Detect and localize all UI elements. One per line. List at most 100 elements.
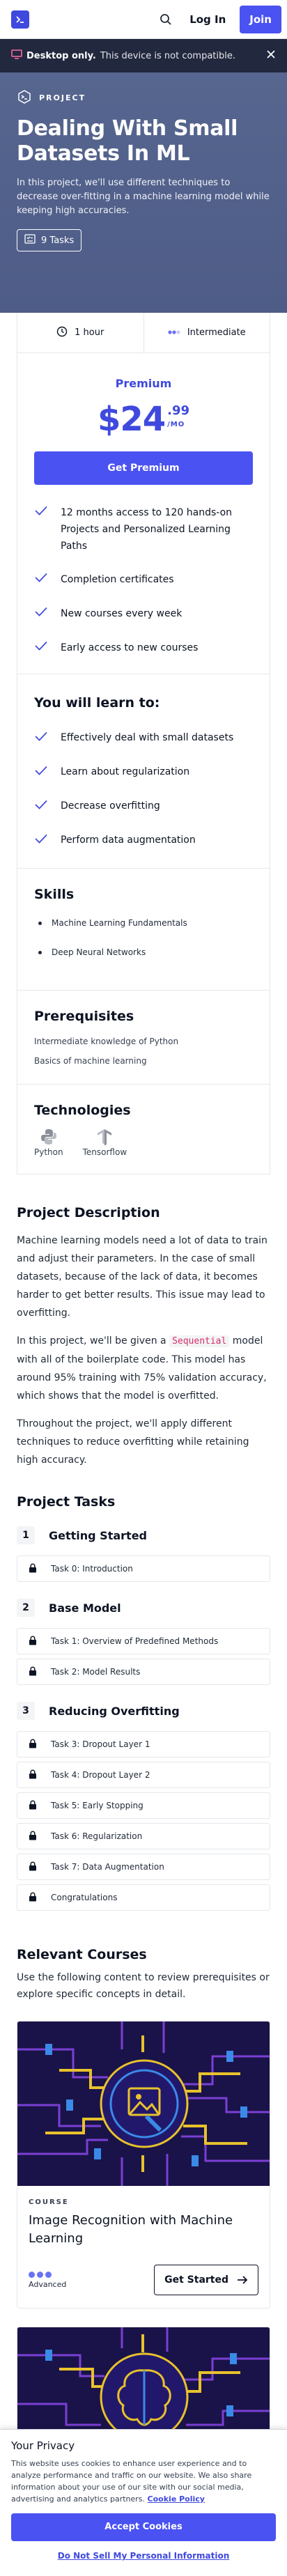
project-hero: PROJECT Dealing With Small Datasets In M… xyxy=(0,72,287,313)
terminal-logo-icon[interactable] xyxy=(11,10,29,29)
course-card[interactable]: COURSE Image Recognition with Machine Le… xyxy=(17,2021,270,2309)
skill-item[interactable]: Deep Neural Networks xyxy=(34,942,253,962)
learn-section: You will learn to: Effectively deal with… xyxy=(17,674,270,868)
description-paragraph: Machine learning models need a lot of da… xyxy=(17,1235,267,1319)
check-icon xyxy=(34,606,49,623)
accept-cookies-button[interactable]: Accept Cookies xyxy=(11,2513,276,2541)
task-row[interactable]: Task 0: Introduction xyxy=(17,1555,270,1582)
technology-python: Python xyxy=(34,1126,63,1157)
difficulty-level: Intermediate xyxy=(143,313,270,352)
project-summary: In this project, we'll use different tec… xyxy=(17,178,270,216)
check-icon xyxy=(34,572,49,589)
task-group-number: 1 xyxy=(17,1526,35,1544)
task-group: 1 Getting Started Task 0: Introduction xyxy=(17,1525,270,1582)
search-icon[interactable] xyxy=(155,8,177,31)
task-group-title: Base Model xyxy=(49,1601,121,1615)
check-icon xyxy=(34,731,49,745)
task-group-title: Getting Started xyxy=(49,1528,147,1542)
description-heading: Project Description xyxy=(17,1205,160,1220)
task-row[interactable]: Task 7: Data Augmentation xyxy=(17,1854,270,1880)
task-group: 2 Base Model Task 1: Overview of Predefi… xyxy=(17,1597,270,1685)
price: $24 .99 /MO xyxy=(17,400,270,439)
lock-icon xyxy=(29,1769,37,1781)
technologies-heading: Technologies xyxy=(34,1103,131,1118)
task-row[interactable]: Task 5: Early Stopping xyxy=(17,1792,270,1819)
code-snippet: Sequential xyxy=(169,1335,230,1347)
task-row[interactable]: Task 4: Dropout Layer 2 xyxy=(17,1762,270,1788)
list-item: Completion certificates xyxy=(34,571,256,589)
technology-tensorflow: Tensorflow xyxy=(83,1126,127,1157)
duration: 1 hour xyxy=(17,313,144,352)
do-not-sell-link[interactable]: Do Not Sell My Personal Information xyxy=(11,2551,276,2561)
list-item: Learn about regularization xyxy=(34,764,253,779)
price-cents: .99 xyxy=(167,403,190,418)
list-item: 12 months access to 120 hands-on Project… xyxy=(34,504,256,554)
top-nav: Log In Join xyxy=(0,0,287,39)
cookie-policy-link[interactable]: Cookie Policy xyxy=(148,2494,205,2504)
login-link[interactable]: Log In xyxy=(189,13,226,26)
lock-icon xyxy=(29,1636,37,1647)
relevant-courses-heading: Relevant Courses xyxy=(17,1947,147,1962)
prerequisite-item: Intermediate knowledge of Python xyxy=(34,1037,179,1046)
banner-message: This device is not compatible. xyxy=(100,50,235,61)
lock-icon xyxy=(29,1739,37,1751)
learn-heading: You will learn to: xyxy=(34,695,160,711)
cookie-text: This website uses cookies to enhance use… xyxy=(11,2459,252,2504)
banner-label: Desktop only. xyxy=(26,50,96,61)
lock-icon xyxy=(29,1831,37,1842)
get-started-button[interactable]: Get Started xyxy=(154,2265,258,2295)
task-group-title: Reducing Overfitting xyxy=(49,1704,180,1718)
lock-icon xyxy=(29,1800,37,1812)
check-icon xyxy=(34,640,49,657)
list-item: Decrease overfitting xyxy=(34,798,253,813)
course-level: Advanced xyxy=(29,2271,66,2289)
check-icon xyxy=(34,505,49,522)
relevant-courses-description: Use the following content to review prer… xyxy=(17,1972,270,2000)
clock-icon xyxy=(56,326,68,340)
task-row[interactable]: Task 1: Overview of Predefined Methods xyxy=(17,1628,270,1654)
prerequisites-heading: Prerequisites xyxy=(34,1009,134,1024)
list-item: New courses every week xyxy=(34,605,256,623)
technologies-section: Technologies Python Tensorflow xyxy=(17,1084,270,1174)
get-premium-button[interactable]: Get Premium xyxy=(34,451,253,485)
relevant-courses: Relevant Courses Use the following conte… xyxy=(0,1947,287,2508)
page-title: Dealing With Small Datasets In ML xyxy=(17,116,238,166)
desktop-only-banner: Desktop only. This device is not compati… xyxy=(0,39,287,72)
list-item: Early access to new courses xyxy=(34,639,256,657)
skills-section: Skills Machine Learning Fundamentals Dee… xyxy=(17,868,270,990)
description-paragraph: In this project, we'll be given a Sequen… xyxy=(17,1335,267,1402)
tasks-icon xyxy=(24,234,36,247)
price-period: /MO xyxy=(167,421,185,428)
cookie-banner: Your Privacy This website uses cookies t… xyxy=(0,2429,287,2576)
check-icon xyxy=(34,765,49,779)
course-kind: COURSE xyxy=(29,2198,69,2206)
lock-icon xyxy=(29,1563,37,1575)
cookie-title: Your Privacy xyxy=(11,2439,75,2452)
task-group-number: 3 xyxy=(17,1702,35,1720)
task-row[interactable]: Congratulations xyxy=(17,1884,270,1911)
python-icon xyxy=(40,1126,58,1147)
level-icon xyxy=(29,2271,66,2278)
project-tag: PROJECT xyxy=(17,89,270,107)
task-row[interactable]: Task 2: Model Results xyxy=(17,1659,270,1685)
prerequisite-item: Basics of machine learning xyxy=(34,1056,147,1066)
task-group: 3 Reducing Overfitting Task 3: Dropout L… xyxy=(17,1700,270,1911)
task-row[interactable]: Task 3: Dropout Layer 1 xyxy=(17,1731,270,1758)
check-icon xyxy=(34,799,49,813)
lock-icon xyxy=(29,1861,37,1873)
project-description: Project Description Machine learning mod… xyxy=(0,1205,287,1469)
tensorflow-icon xyxy=(96,1126,113,1147)
description-paragraph: Throughout the project, we'll apply diff… xyxy=(17,1418,249,1466)
join-button[interactable]: Join xyxy=(240,5,281,33)
circuit-illustration xyxy=(17,2022,270,2186)
close-icon[interactable] xyxy=(266,49,276,62)
skill-item[interactable]: Machine Learning Fundamentals xyxy=(34,913,253,933)
pricing-card: 1 hour Intermediate Premium $24 .99 /MO … xyxy=(17,313,270,1174)
plan-name: Premium xyxy=(115,377,172,390)
premium-features: 12 months access to 120 hands-on Project… xyxy=(17,485,270,674)
project-meta: 1 hour Intermediate xyxy=(17,313,270,353)
task-group-number: 2 xyxy=(17,1599,35,1617)
arrow-right-icon xyxy=(238,2276,248,2284)
course-title[interactable]: Image Recognition with Machine Learning xyxy=(29,2212,258,2248)
task-row[interactable]: Task 6: Regularization xyxy=(17,1823,270,1849)
